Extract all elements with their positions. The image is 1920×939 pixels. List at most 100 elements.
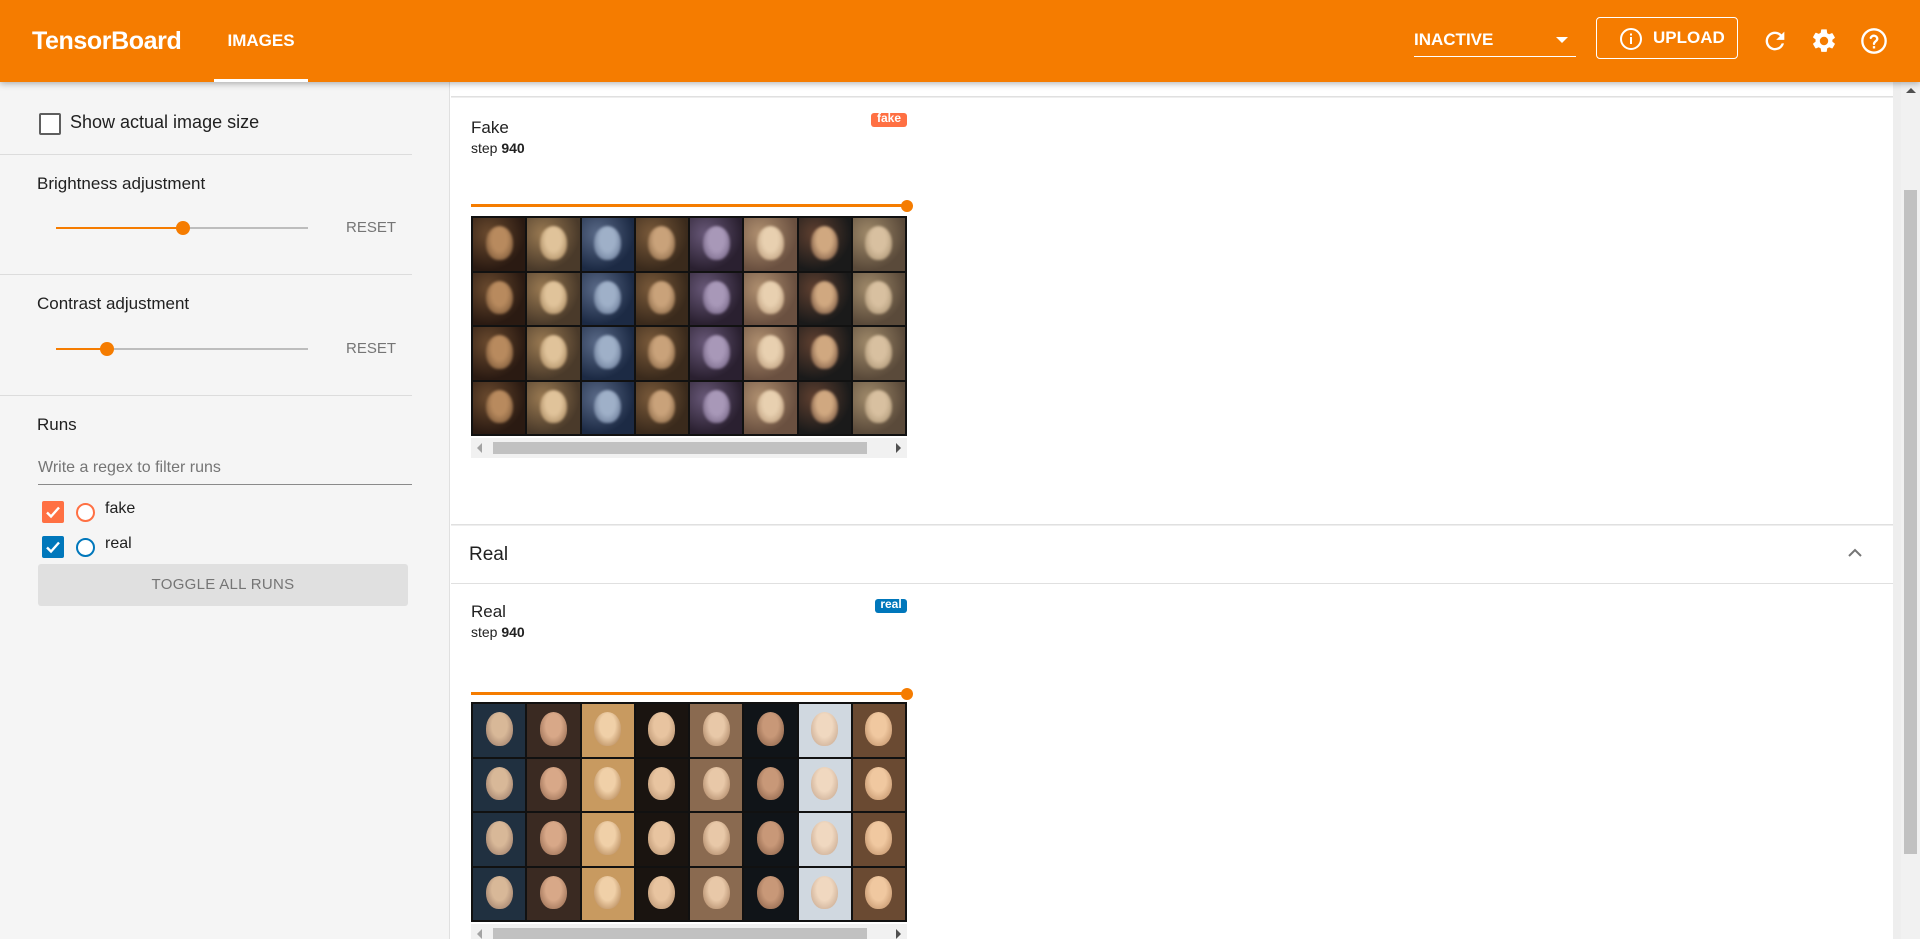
image-tile — [798, 704, 851, 757]
section-header-fake-partial — [451, 82, 1893, 97]
face-thumbnail — [539, 280, 567, 315]
image-tile — [635, 327, 688, 380]
step-value: 940 — [501, 624, 525, 640]
image-tile — [690, 813, 743, 866]
image-tile — [852, 813, 905, 866]
image-grid-real — [471, 702, 907, 922]
face-thumbnail — [865, 766, 893, 801]
face-thumbnail — [539, 335, 567, 369]
divider — [0, 395, 412, 396]
face-thumbnail — [811, 821, 839, 855]
image-tile — [852, 218, 905, 271]
face-thumbnail — [539, 875, 567, 910]
image-tile — [690, 218, 743, 271]
face-thumbnail — [648, 712, 676, 746]
image-tile — [473, 327, 526, 380]
face-thumbnail — [648, 875, 676, 910]
face-thumbnail — [594, 280, 622, 315]
image-tile — [527, 704, 580, 757]
step-slider-knob[interactable] — [901, 200, 913, 212]
scroll-right-icon[interactable] — [896, 929, 901, 939]
horizontal-scrollbar[interactable] — [471, 924, 907, 939]
scroll-left-icon[interactable] — [477, 929, 482, 939]
face-thumbnail — [811, 335, 839, 369]
scrollbar-thumb[interactable] — [1904, 190, 1917, 854]
image-tile — [581, 758, 634, 811]
scroll-up-icon[interactable] — [1906, 88, 1916, 93]
image-tile — [473, 381, 526, 434]
horizontal-scrollbar[interactable] — [471, 438, 907, 458]
image-tile — [581, 867, 634, 920]
face-thumbnail — [756, 766, 784, 801]
image-tile — [690, 867, 743, 920]
image-tile — [527, 813, 580, 866]
image-tile — [798, 381, 851, 434]
face-thumbnail — [485, 712, 513, 746]
scroll-right-icon[interactable] — [896, 443, 901, 453]
chevron-up-icon[interactable] — [1847, 547, 1863, 559]
image-tile — [473, 867, 526, 920]
sidebar: Show actual image size Brightness adjust… — [0, 82, 450, 939]
run-label-fake: fake — [105, 500, 136, 517]
image-tile — [473, 218, 526, 271]
image-tile — [635, 813, 688, 866]
image-tile — [635, 867, 688, 920]
settings-icon[interactable] — [1810, 27, 1838, 55]
reload-status-select[interactable]: INACTIVE — [1414, 28, 1576, 57]
face-thumbnail — [811, 875, 839, 910]
contrast-label: Contrast adjustment — [37, 294, 190, 313]
step-value: 940 — [501, 140, 525, 156]
face-thumbnail — [865, 280, 893, 315]
card-step: step 940 — [471, 624, 525, 640]
run-checkbox-fake[interactable] — [42, 501, 64, 523]
image-tile — [798, 218, 851, 271]
scrollbar-thumb[interactable] — [493, 442, 867, 454]
section-header-real[interactable]: Real — [451, 526, 1893, 584]
help-icon[interactable] — [1860, 27, 1888, 55]
run-color-swatch-real[interactable] — [76, 538, 95, 557]
face-thumbnail — [756, 280, 784, 315]
refresh-icon[interactable] — [1761, 27, 1789, 55]
vertical-scrollbar[interactable] — [1901, 82, 1920, 939]
run-tag-fake: fake — [871, 113, 907, 127]
face-thumbnail — [865, 389, 893, 424]
brightness-reset-button[interactable]: RESET — [346, 219, 396, 236]
step-slider[interactable] — [471, 204, 907, 207]
main-content: Fake step 940 fake Real Real step 940 re… — [451, 82, 1901, 939]
dropdown-caret-icon — [1556, 37, 1568, 43]
scrollbar-thumb[interactable] — [493, 928, 867, 939]
run-filter-input[interactable] — [38, 452, 412, 485]
face-thumbnail — [594, 712, 622, 746]
run-color-swatch-fake[interactable] — [76, 503, 95, 522]
show-actual-size-label: Show actual image size — [70, 112, 260, 132]
show-actual-size-checkbox[interactable] — [39, 113, 61, 135]
brightness-label: Brightness adjustment — [37, 174, 206, 193]
image-tile — [635, 272, 688, 325]
face-thumbnail — [594, 766, 622, 801]
step-label: step — [471, 140, 498, 156]
face-thumbnail — [485, 335, 513, 369]
image-tile — [744, 867, 797, 920]
image-tile — [744, 704, 797, 757]
run-label-real: real — [105, 535, 132, 552]
image-tile — [581, 327, 634, 380]
run-checkbox-real[interactable] — [42, 536, 64, 558]
card-step: step 940 — [471, 140, 525, 156]
image-card-real: Real step 940 real — [451, 584, 1893, 939]
brightness-slider-knob[interactable] — [176, 221, 190, 235]
tab-images[interactable]: IMAGES — [214, 0, 308, 82]
step-slider[interactable] — [471, 692, 907, 695]
image-tile — [852, 272, 905, 325]
image-tile — [635, 218, 688, 271]
upload-button[interactable]: UPLOAD — [1596, 17, 1738, 59]
image-tile — [690, 381, 743, 434]
section-title: Real — [469, 544, 509, 565]
step-slider-knob[interactable] — [901, 688, 913, 700]
scroll-left-icon[interactable] — [477, 443, 482, 453]
contrast-reset-button[interactable]: RESET — [346, 340, 396, 357]
contrast-slider-knob[interactable] — [100, 342, 114, 356]
face-thumbnail — [539, 389, 567, 424]
face-thumbnail — [702, 226, 730, 260]
image-tile — [744, 758, 797, 811]
toggle-all-runs-button[interactable]: TOGGLE ALL RUNS — [38, 564, 408, 606]
